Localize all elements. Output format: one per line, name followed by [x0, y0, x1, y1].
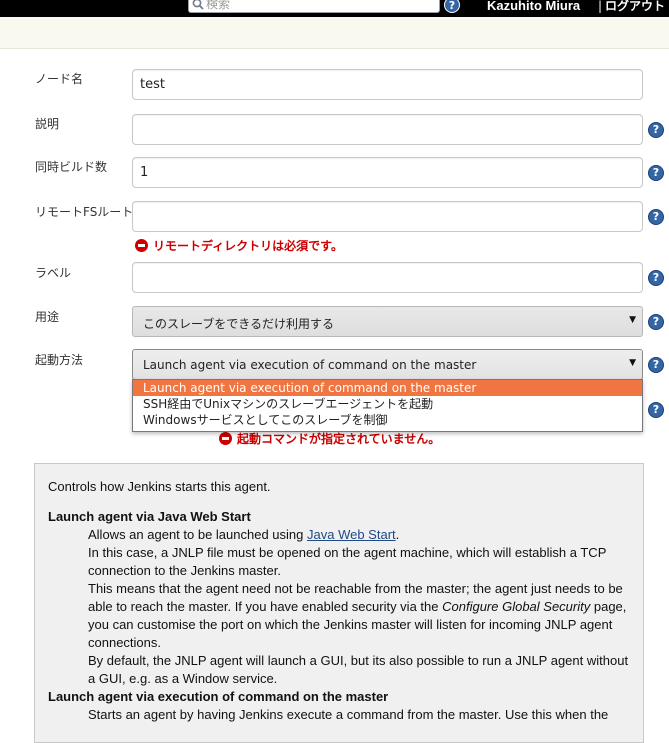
- remote-fs-label: リモートFSルート: [35, 205, 134, 219]
- help-heading-command: Launch agent via execution of command on…: [48, 689, 389, 704]
- help-paragraph: Allows an agent to be launched using Jav…: [48, 526, 631, 544]
- executors-label: 同時ビルド数: [35, 160, 108, 174]
- chevron-down-icon: ▼: [629, 315, 636, 325]
- search-icon: [192, 0, 204, 10]
- executors-field[interactable]: [132, 157, 643, 188]
- remote-fs-field[interactable]: [132, 201, 643, 232]
- description-help-icon[interactable]: ?: [648, 122, 664, 138]
- node-name-label: ノード名: [35, 72, 84, 86]
- java-web-start-link[interactable]: Java Web Start: [307, 527, 396, 542]
- launch-command-error: 起動コマンドが指定されていません。: [219, 430, 440, 447]
- user-name-link[interactable]: Kazuhito Miura: [487, 0, 580, 13]
- search-help-icon[interactable]: ?: [444, 0, 460, 13]
- error-icon: [219, 432, 232, 445]
- launch-details-help-icon[interactable]: ?: [648, 402, 664, 418]
- labels-label: ラベル: [35, 266, 72, 280]
- launch-method-selected-value: Launch agent via execution of command on…: [143, 358, 477, 372]
- remote-fs-help-icon[interactable]: ?: [648, 209, 664, 225]
- chevron-down-icon: ▼: [629, 358, 636, 368]
- error-icon: [135, 239, 148, 252]
- node-name-field[interactable]: [132, 69, 643, 100]
- launch-method-help-panel: Controls how Jenkins starts this agent. …: [34, 463, 644, 743]
- help-text: Allows an agent to be launched using: [88, 527, 307, 542]
- logout-link[interactable]: | ログアウト: [598, 0, 665, 14]
- usage-label: 用途: [35, 310, 60, 324]
- logout-separator: |: [598, 0, 603, 13]
- launch-option-windows-service[interactable]: Windowsサービスとしてこのスレーブを制御: [133, 412, 642, 428]
- breadcrumb-bar: [0, 17, 669, 49]
- help-paragraph: In this case, a JNLP file must be opened…: [88, 545, 607, 578]
- logout-label: ログアウト: [605, 0, 666, 13]
- help-text: .: [395, 527, 400, 542]
- description-field[interactable]: [132, 114, 643, 145]
- remote-fs-error-text: リモートディレクトリは必須です。: [153, 239, 343, 253]
- launch-option-ssh[interactable]: SSH経由でUnixマシンのスレーブエージェントを起動: [133, 396, 642, 412]
- remote-fs-error: リモートディレクトリは必須です。: [135, 237, 343, 254]
- launch-command-error-text: 起動コマンドが指定されていません。: [237, 432, 441, 446]
- usage-select[interactable]: このスレーブをできるだけ利用する ▼: [132, 306, 643, 337]
- executors-help-icon[interactable]: ?: [648, 165, 664, 181]
- help-paragraph: Starts an agent by having Jenkins execut…: [88, 707, 609, 722]
- launch-method-label: 起動方法: [35, 353, 84, 367]
- help-intro: Controls how Jenkins starts this agent.: [48, 479, 271, 494]
- usage-help-icon[interactable]: ?: [648, 314, 664, 330]
- configure-global-security-text: Configure Global Security: [442, 599, 591, 614]
- top-navigation-bar: ? Kazuhito Miura |ログアウト: [0, 0, 669, 17]
- launch-option-command[interactable]: Launch agent via execution of command on…: [133, 380, 642, 396]
- labels-help-icon[interactable]: ?: [648, 270, 664, 286]
- help-paragraph: This means that the agent need not be re…: [48, 580, 631, 652]
- help-heading-jws: Launch agent via Java Web Start: [48, 509, 251, 524]
- help-paragraph: By default, the JNLP agent will launch a…: [88, 653, 629, 686]
- usage-selected-value: このスレーブをできるだけ利用する: [143, 317, 335, 331]
- search-box[interactable]: [188, 0, 440, 13]
- launch-method-dropdown[interactable]: Launch agent via execution of command on…: [132, 379, 643, 432]
- launch-method-select[interactable]: Launch agent via execution of command on…: [132, 349, 643, 380]
- description-label: 説明: [35, 117, 60, 131]
- launch-method-help-icon[interactable]: ?: [648, 357, 664, 373]
- labels-field[interactable]: [132, 262, 643, 293]
- search-input[interactable]: [206, 0, 436, 12]
